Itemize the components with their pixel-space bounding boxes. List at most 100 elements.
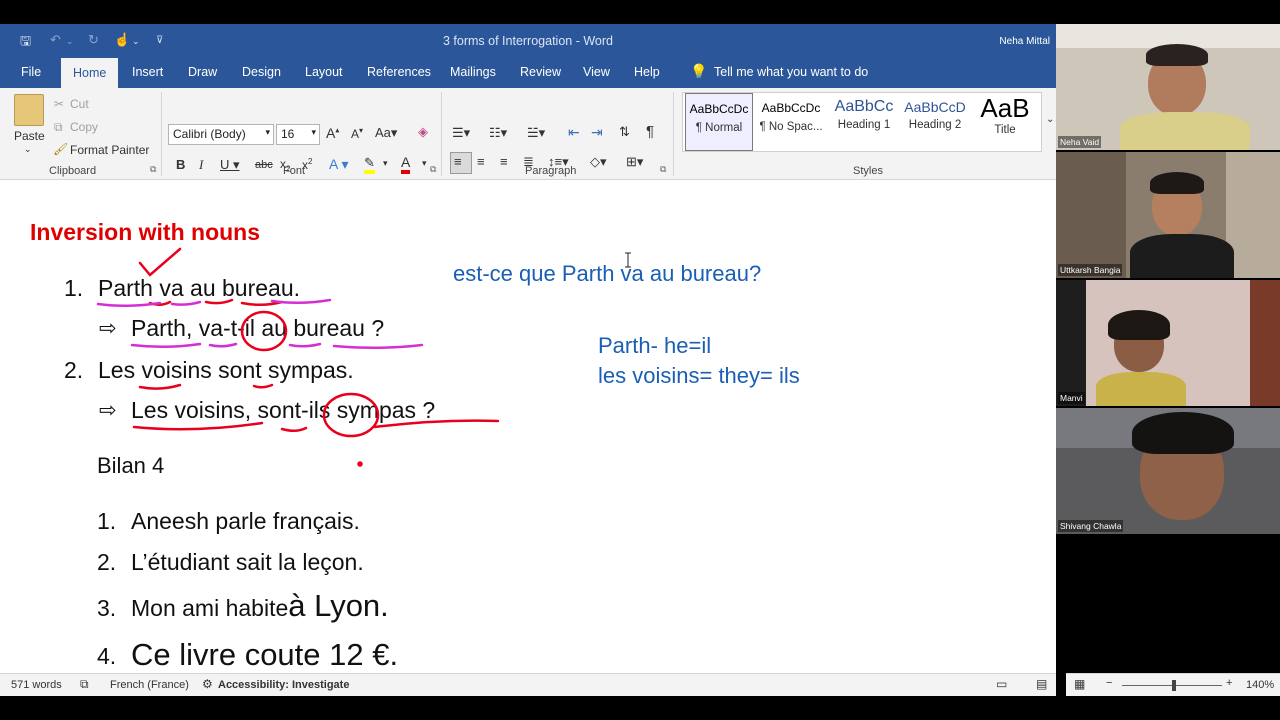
font-group-label: Font [283,165,306,177]
accessibility-status[interactable]: Accessibility: Investigate [218,679,349,691]
ribbon-separator [673,92,674,176]
tell-me-search[interactable]: Tell me what you want to do [714,65,868,79]
zoom-level[interactable]: 140% [1246,679,1274,691]
chevron-down-icon[interactable]: ▾ [383,158,388,169]
styles-group-label: Styles [853,165,883,177]
tab-references[interactable]: References [367,65,431,79]
language-indicator[interactable]: French (France) [110,679,189,691]
proofing-icon[interactable]: ⧉ [80,677,89,692]
video-background [1056,152,1126,278]
ribbon-separator [441,92,442,176]
dot-ink [357,461,363,467]
align-right-icon[interactable]: ≡ [500,154,508,169]
tab-file[interactable]: File [21,65,41,79]
copy-icon: ⧉ [54,120,63,134]
underline-ink [270,298,332,304]
tab-design[interactable]: Design [242,65,281,79]
zoom-out-icon[interactable]: − [1106,677,1112,689]
person-hair [1132,412,1234,454]
style-sample: AaBbCcDc [689,102,749,116]
document-page: Inversion with nouns 1. Parth va au bure… [0,181,1056,673]
participant-name: Neha Vaid [1058,136,1102,148]
styles-more-icon[interactable]: ⌄ [1046,114,1054,125]
italic-icon[interactable]: I [199,157,203,173]
shading-icon[interactable]: ◇▾ [590,154,607,170]
style-title[interactable]: AaB Title [971,93,1039,151]
person-shirt [1130,234,1234,278]
style-sample: AaBbCcDc [761,101,821,115]
circle-ink [240,310,288,352]
paste-icon[interactable] [14,94,44,126]
underline-ink [204,298,234,305]
tab-help[interactable]: Help [634,65,660,79]
font-size-combo[interactable]: 16 ▾ [276,124,320,145]
checkmark-ink [138,247,182,277]
align-center-icon[interactable]: ≡ [477,154,485,169]
underline-ink [170,300,202,306]
borders-icon[interactable]: ⊞▾ [626,154,643,170]
font-name-value: Calibri (Body) [173,127,246,141]
style-heading-1[interactable]: AaBbCc Heading 1 [829,93,899,151]
paste-dropdown-icon[interactable]: ⌄ [24,144,32,155]
increase-indent-icon[interactable]: ⇥ [591,124,603,141]
chevron-down-icon: ▾ [265,127,270,137]
tab-home[interactable]: Home [61,58,119,88]
numbering-icon[interactable]: ☷▾ [489,125,507,141]
participant-video-4[interactable]: Shivang Chawla [1056,408,1280,534]
show-formatting-icon[interactable]: ¶ [646,123,654,140]
underline-ink [252,383,274,389]
read-mode-icon[interactable]: ▭ [996,677,1007,691]
style-heading-2[interactable]: AaBbCcD Heading 2 [902,93,968,151]
font-color-icon[interactable]: A [401,155,411,174]
participant-video-3[interactable]: Manvi [1056,280,1280,406]
paragraph-launcher-icon[interactable]: ⧉ [660,164,666,175]
status-bar: 571 words ⧉ French (France) ⚙ Accessibil… [0,673,1056,696]
clear-formatting-icon[interactable]: ◈ [418,124,428,140]
zoom-in-icon[interactable]: + [1226,677,1232,689]
shrink-font-icon[interactable]: A▾ [351,126,363,141]
tab-insert[interactable]: Insert [132,65,163,79]
align-left-icon: ≡ [454,154,462,169]
text-effects-icon[interactable]: A ▾ [329,156,348,173]
participant-video-1[interactable]: Neha Vaid [1056,24,1280,150]
strikethrough-icon[interactable]: abc [255,159,273,171]
copy-button[interactable]: Copy [70,120,98,134]
tab-layout[interactable]: Layout [305,65,343,79]
paste-button[interactable]: Paste [14,129,45,143]
tab-draw[interactable]: Draw [188,65,217,79]
multilevel-list-icon[interactable]: ☱▾ [527,125,545,141]
format-painter-button[interactable]: Format Painter [70,143,149,157]
print-layout-icon[interactable]: ▤ [1036,677,1047,691]
user-name[interactable]: Neha Mittal [999,36,1050,47]
participant-name: Shivang Chawla [1058,520,1124,532]
person-hair [1150,172,1204,194]
style-no-spacing[interactable]: AaBbCcDc ¶ No Spac... [756,93,826,151]
word-count[interactable]: 571 words [11,679,62,691]
sort-icon[interactable]: ⇅ [619,124,630,140]
cut-button[interactable]: Cut [70,97,89,111]
text-cursor-icon [625,252,631,268]
highlight-icon[interactable]: ✎ [364,156,375,174]
tab-view[interactable]: View [583,65,610,79]
tab-mailings[interactable]: Mailings [450,65,496,79]
font-launcher-icon[interactable]: ⧉ [430,164,436,175]
style-normal[interactable]: AaBbCcDc ¶ Normal [685,93,753,151]
bold-icon[interactable]: B [176,157,185,172]
bullets-icon[interactable]: ☰▾ [452,125,470,141]
underline-ink [208,342,238,348]
lightbulb-icon: 💡 [690,63,708,79]
zoom-slider-thumb[interactable] [1172,680,1176,691]
screen: 🖫 ↶ ⌄ ↻ ☝ ⌄ ⊽ 3 forms of Interrogation -… [0,0,1280,720]
font-name-combo[interactable]: Calibri (Body) ▾ [168,124,274,145]
web-layout-icon[interactable]: ▦ [1074,677,1085,691]
underline-icon[interactable]: U ▾ [220,157,240,173]
chevron-down-icon[interactable]: ▾ [422,158,427,169]
change-case-icon[interactable]: Aa▾ [375,125,397,141]
decrease-indent-icon[interactable]: ⇤ [568,124,580,141]
participant-video-2[interactable]: Uttkarsh Bangia [1056,152,1280,278]
underline-ink [373,419,500,429]
tab-review[interactable]: Review [520,65,561,79]
underline-ink [132,421,264,431]
grow-font-icon[interactable]: A▴ [326,125,339,141]
clipboard-launcher-icon[interactable]: ⧉ [150,164,156,175]
